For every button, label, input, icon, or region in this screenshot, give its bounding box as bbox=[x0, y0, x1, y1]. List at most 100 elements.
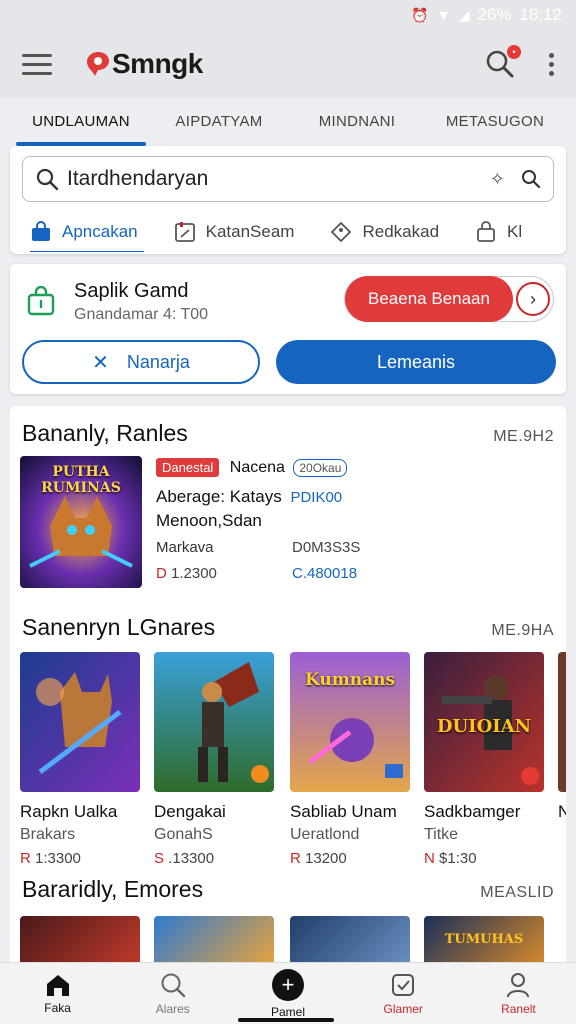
featured-price-b: C.480018 bbox=[292, 565, 358, 582]
game-card[interactable]: Kumnans Sabliab Unam Ueratlond R 13200 bbox=[290, 652, 410, 867]
featured-info: Danestal Nacena 20Okau Aberage: Katays P… bbox=[156, 458, 456, 585]
tab-3[interactable]: MINDNANI bbox=[288, 98, 426, 146]
game-price: S .13300 bbox=[154, 850, 274, 867]
promo-pill-label[interactable]: Beaena Benaan bbox=[345, 276, 513, 322]
signal-icon: ◢ bbox=[458, 6, 470, 23]
featured-name: Nacena bbox=[229, 459, 285, 476]
section-title: Sanenryn LGnares bbox=[22, 614, 216, 640]
search-icon bbox=[161, 973, 185, 997]
filter-label: Apncakan bbox=[62, 222, 138, 241]
tab-bar: UNDLAUMAN AIPDATYAM MINDNANI METASUGON bbox=[0, 98, 576, 146]
chevron-right-icon: › bbox=[516, 282, 550, 316]
section-title: Bananly, Ranles bbox=[22, 420, 188, 446]
profile-icon bbox=[507, 972, 530, 997]
game-thumb[interactable] bbox=[20, 916, 140, 966]
filter-label: KatanSeam bbox=[205, 222, 295, 241]
game-price: R 13200 bbox=[290, 850, 410, 867]
alarm-icon: ⏰ bbox=[411, 6, 429, 23]
nav-add[interactable]: + Pamel bbox=[230, 963, 345, 1024]
promo-arrow-button[interactable]: › bbox=[513, 282, 553, 316]
sparkle-icon[interactable]: ✧ bbox=[490, 169, 505, 190]
featured-line-2: Menoon,Sdan bbox=[156, 511, 262, 530]
game-art[interactable] bbox=[154, 652, 274, 792]
tag-icon bbox=[331, 221, 352, 243]
tab-1[interactable]: UNDLAUMAN bbox=[12, 98, 150, 146]
filter-item-3[interactable]: Redkakad bbox=[330, 212, 439, 252]
section-more-link[interactable]: MEASLID bbox=[480, 884, 554, 902]
outline-button[interactable]: ✕ Nanarja bbox=[22, 340, 260, 384]
game-title: N bbox=[558, 802, 566, 821]
featured-art-title: PUTHA RUMINAS bbox=[41, 464, 121, 496]
bottom-navigation: Faka Alares + Pamel Glamer Ranelt bbox=[0, 962, 576, 1024]
price-currency: D bbox=[156, 565, 167, 582]
tab-2[interactable]: AIPDATYAM bbox=[150, 98, 288, 146]
featured-line-1-label: Aberage: Katays bbox=[156, 487, 282, 506]
game-card[interactable]: Dengakai GonahS S .13300 bbox=[154, 652, 274, 867]
search-submit-icon[interactable] bbox=[521, 169, 541, 189]
game-card-partial[interactable]: N bbox=[558, 652, 566, 822]
nav-profile[interactable]: Ranelt bbox=[461, 963, 576, 1024]
shopping-bag-icon bbox=[27, 286, 55, 316]
nav-label: Ranelt bbox=[501, 1001, 536, 1016]
game-art[interactable]: Kumnans bbox=[290, 652, 410, 792]
featured-game[interactable]: PUTHA RUMINAS Danestal Nacena 20Okau Abe… bbox=[20, 456, 556, 588]
wifi-icon: ▼ bbox=[436, 7, 451, 23]
nav-home[interactable]: Faka bbox=[0, 963, 115, 1024]
promo-pill[interactable]: Beaena Benaan › bbox=[344, 276, 554, 322]
status-bar: ⏰ ▼ ◢ 26% 18:12 bbox=[0, 0, 576, 30]
game-thumb-title: TUMUHAS bbox=[444, 932, 524, 947]
game-thumb[interactable] bbox=[290, 916, 410, 966]
game-subtitle: GonahS bbox=[154, 826, 213, 843]
home-indicator[interactable] bbox=[238, 1018, 334, 1022]
filter-item-4[interactable]: Kl bbox=[475, 212, 522, 252]
user-subtitle: Gnandamar 4: T00 bbox=[74, 306, 209, 323]
more-options-icon[interactable] bbox=[549, 52, 554, 76]
game-art[interactable] bbox=[558, 652, 566, 792]
winged-warrior-artwork bbox=[154, 652, 274, 792]
nav-label: Pamel bbox=[271, 1004, 306, 1019]
search-button[interactable]: • bbox=[485, 45, 521, 79]
section-header-2: Sanenryn LGnares ME.9HA bbox=[10, 614, 566, 641]
search-input[interactable] bbox=[67, 167, 490, 191]
logo-mark-icon bbox=[87, 52, 109, 76]
game-title: Dengakai bbox=[154, 802, 226, 821]
price-currency: N bbox=[424, 850, 435, 867]
battery-percent: 26% bbox=[477, 5, 512, 24]
featured-game-art[interactable]: PUTHA RUMINAS bbox=[20, 456, 142, 588]
featured-prices: D 1.2300 C.480018 bbox=[156, 565, 456, 585]
nav-label: Alares bbox=[155, 1001, 190, 1016]
search-icon bbox=[36, 168, 59, 191]
featured-line-3-label: Markava bbox=[156, 539, 214, 556]
section-more-link[interactable]: ME.9H2 bbox=[493, 428, 554, 446]
content-panel: Bananly, Ranles ME.9H2 PUTHA RUMINAS Dan… bbox=[10, 406, 566, 966]
nav-search[interactable]: Alares bbox=[115, 963, 230, 1024]
filter-item-1[interactable]: Apncakan bbox=[30, 212, 144, 252]
game-card[interactable]: DUIOIAN Sadkbamger Titke N $1:30 bbox=[424, 652, 544, 867]
tab-4[interactable]: METASUGON bbox=[426, 98, 564, 146]
primary-button[interactable]: Lemeanis bbox=[276, 340, 556, 384]
game-art[interactable] bbox=[20, 652, 140, 792]
filter-label: Kl bbox=[507, 222, 523, 241]
price-value: $1:30 bbox=[439, 850, 477, 867]
section-header-1: Bananly, Ranles ME.9H2 bbox=[10, 420, 566, 447]
filter-item-2[interactable]: KatanSeam bbox=[174, 212, 295, 252]
outline-button-label: Nanarja bbox=[126, 351, 190, 372]
user-name: Saplik Gamd bbox=[74, 280, 189, 302]
game-thumb[interactable]: TUMUHAS bbox=[424, 916, 544, 966]
game-art[interactable]: DUIOIAN bbox=[424, 652, 544, 792]
price-value: 13200 bbox=[305, 850, 347, 867]
section-more-link[interactable]: ME.9HA bbox=[491, 622, 554, 640]
game-price: N $1:30 bbox=[424, 850, 544, 867]
featured-line-3: Markava D0M3S3S bbox=[156, 539, 456, 559]
menu-icon[interactable] bbox=[22, 53, 52, 75]
nav-library[interactable]: Glamer bbox=[346, 963, 461, 1024]
filter-label: Redkakad bbox=[362, 222, 440, 241]
nav-label: Faka bbox=[44, 1000, 71, 1015]
game-subtitle: Titke bbox=[424, 826, 459, 843]
game-thumb-row: TUMUHAS bbox=[20, 916, 566, 966]
game-subtitle: Brakars bbox=[20, 826, 76, 843]
price-currency: R bbox=[20, 850, 31, 867]
game-card[interactable]: Rapkn Ualka Brakars R 1:3300 bbox=[20, 652, 140, 867]
game-title: Rapkn Ualka bbox=[20, 802, 118, 821]
game-thumb[interactable] bbox=[154, 916, 274, 966]
